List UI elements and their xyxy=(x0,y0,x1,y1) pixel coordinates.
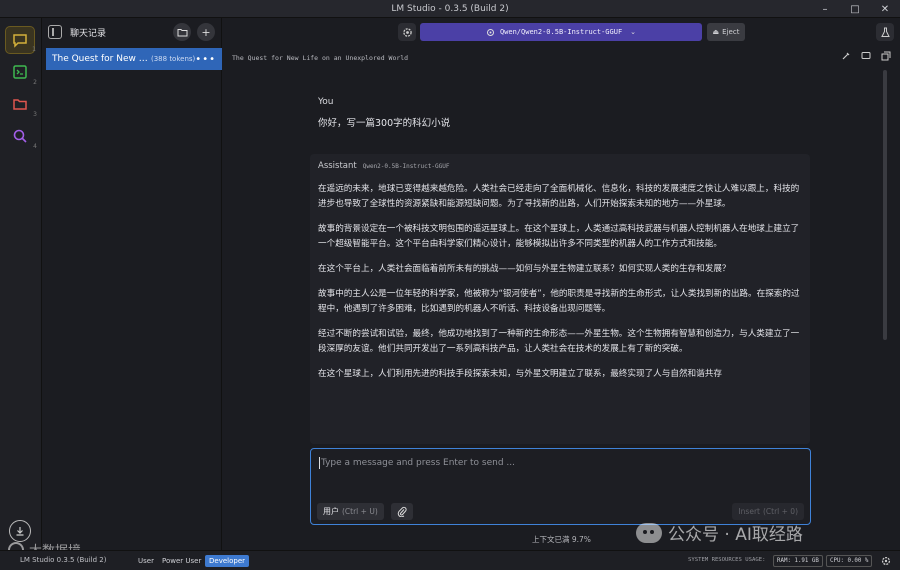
insert-label: Insert xyxy=(738,507,760,516)
role-toggle-button[interactable]: 用户 (Ctrl + U) xyxy=(317,503,384,520)
chat-history-title: 聊天记录 xyxy=(70,28,107,39)
cpu-usage: CPU: 0.00 % xyxy=(826,555,873,567)
chat-list-item[interactable]: The Quest for New Life on an Unexplored … xyxy=(46,48,222,70)
rail-num: 3 xyxy=(33,111,37,118)
rail-num: 4 xyxy=(33,143,37,150)
gear-icon[interactable] xyxy=(880,555,892,567)
new-folder-button[interactable] xyxy=(173,23,191,41)
role-shortcut: (Ctrl + U) xyxy=(342,507,378,516)
chat-item-tokens: (388 tokens) xyxy=(151,55,196,63)
chat-scrollbar[interactable] xyxy=(883,70,887,340)
model-icon xyxy=(486,28,494,36)
terminal-icon xyxy=(13,65,27,79)
download-button[interactable] xyxy=(9,520,31,542)
folder-icon xyxy=(13,99,27,110)
overflow-fade xyxy=(310,404,810,444)
mode-power-user[interactable]: Power User xyxy=(158,555,205,567)
user-message: 你好，写一篇300字的科幻小说 xyxy=(318,118,451,129)
message-input[interactable]: Type a message and press Enter to send .… xyxy=(310,448,811,525)
rail-num: 2 xyxy=(33,79,37,86)
message-placeholder: Type a message and press Enter to send .… xyxy=(321,458,516,468)
chat-history-header: 聊天记录 + xyxy=(42,18,221,46)
chat-title[interactable]: The Quest for New Life on an Unexplored … xyxy=(232,54,408,62)
insert-shortcut: (Ctrl + 0) xyxy=(762,507,798,516)
eject-button[interactable]: ⏏ Eject xyxy=(707,23,745,41)
text-caret xyxy=(319,457,320,469)
assistant-paragraph: 在这个平台上，人类社会面临着前所未有的挑战——如何与外星生物建立联系？如何实现人… xyxy=(318,264,731,274)
model-selector[interactable]: Qwen/Qwen2-0.5B-Instruct-GGUF ⌄ xyxy=(420,23,702,41)
close-icon[interactable]: ✕ xyxy=(870,0,900,18)
status-bar: LM Studio 0.3.5 (Build 2) User Power Use… xyxy=(0,550,900,570)
experiment-button[interactable] xyxy=(876,23,894,41)
maximize-icon[interactable]: □ xyxy=(840,0,870,18)
paperclip-icon xyxy=(397,506,407,517)
model-name: Qwen/Qwen2-0.5B-Instruct-GGUF xyxy=(499,28,623,36)
collapse-sidebar-icon[interactable] xyxy=(48,25,62,39)
assistant-model-tag: Qwen2-0.5B-Instruct-GGUF xyxy=(362,162,450,170)
rail-chat-button[interactable]: 1 xyxy=(5,26,36,54)
assistant-body: 在遥远的未来，地球已变得越来越危险。人类社会已经走向了全面机械化、信息化，科技的… xyxy=(318,182,802,392)
eject-icon: ⏏ xyxy=(712,28,720,36)
assistant-message: Assistant Qwen2-0.5B-Instruct-GGUF 在遥远的未… xyxy=(310,154,810,444)
rail-developer-button[interactable]: 2 xyxy=(5,58,37,86)
minimize-icon[interactable]: – xyxy=(810,0,840,18)
top-toolbar: Qwen/Qwen2-0.5B-Instruct-GGUF ⌄ ⏏ Eject xyxy=(222,18,900,46)
rail-models-button[interactable]: 3 xyxy=(5,90,37,118)
system-resources-label: SYSTEM RESOURCES USAGE: xyxy=(688,557,766,563)
flask-icon xyxy=(880,27,890,37)
rail-search-button[interactable]: 4 xyxy=(5,122,37,150)
new-chat-button[interactable]: + xyxy=(197,23,215,41)
chat-item-name: The Quest for New Life on an Unexplored … xyxy=(52,54,148,64)
chat-history-panel: 聊天记录 + The Quest for New Life on an Unex… xyxy=(42,18,222,550)
app-version: LM Studio 0.3.5 (Build 2) xyxy=(20,556,107,564)
folder-plus-icon xyxy=(177,28,187,36)
chat-icon xyxy=(13,34,27,48)
duplicate-icon[interactable] xyxy=(880,50,892,62)
assistant-header: Assistant Qwen2-0.5B-Instruct-GGUF xyxy=(318,161,449,171)
more-options-icon[interactable]: ••• xyxy=(195,54,216,65)
assistant-paragraph: 在遥远的未来，地球已变得越来越危险。人类社会已经走向了全面机械化、信息化，科技的… xyxy=(318,184,800,209)
role-label: 用户 xyxy=(323,507,339,516)
mode-user[interactable]: User xyxy=(134,555,158,567)
chat-actions xyxy=(840,50,892,62)
window-controls: – □ ✕ xyxy=(810,0,900,18)
context-usage: 上下文已满 9.7% xyxy=(532,535,591,544)
assistant-paragraph: 故事中的主人公是一位年轻的科学家，他被称为“银河使者”，他的职责是寻找新的生命形… xyxy=(318,289,800,314)
rail-num: 1 xyxy=(32,46,36,53)
nav-rail: 1 2 3 4 xyxy=(0,18,42,550)
assistant-paragraph: 故事的背景设定在一个被科技文明包围的遥远星球上。在这个星球上，人类通过高科技武器… xyxy=(318,224,800,249)
title-bar: LM Studio - 0.3.5 (Build 2) – □ ✕ xyxy=(0,0,900,18)
download-icon xyxy=(16,527,24,536)
ram-usage: RAM: 1.91 GB xyxy=(773,555,823,567)
plus-icon: + xyxy=(201,25,211,39)
search-icon xyxy=(13,129,27,143)
clean-icon[interactable] xyxy=(840,50,852,62)
insert-button[interactable]: Insert (Ctrl + 0) xyxy=(732,503,804,520)
assistant-paragraph: 经过不断的尝试和试验，最终，他成功地找到了一种新的生命形态——外星生物。这个生物… xyxy=(318,329,800,354)
user-role-label: You xyxy=(318,97,334,107)
window-title: LM Studio - 0.3.5 (Build 2) xyxy=(391,3,509,14)
chevron-down-icon: ⌄ xyxy=(630,28,637,36)
comment-icon[interactable] xyxy=(860,50,872,62)
assistant-paragraph: 在这个星球上，人们利用先进的科技手段探索未知，与外星文明建立了联系，最终实现了人… xyxy=(318,369,722,379)
watermark-right-text: 公众号 · AI取经路 xyxy=(668,525,803,545)
wechat-icon xyxy=(636,522,662,543)
watermark-right: 公众号 · AI取经路 xyxy=(636,520,803,545)
attach-button[interactable] xyxy=(391,503,413,520)
assistant-role-label: Assistant xyxy=(318,161,357,171)
mode-developer[interactable]: Developer xyxy=(205,555,250,567)
gear-icon xyxy=(402,27,412,37)
eject-label: Eject xyxy=(722,28,740,36)
settings-button[interactable] xyxy=(398,23,416,41)
